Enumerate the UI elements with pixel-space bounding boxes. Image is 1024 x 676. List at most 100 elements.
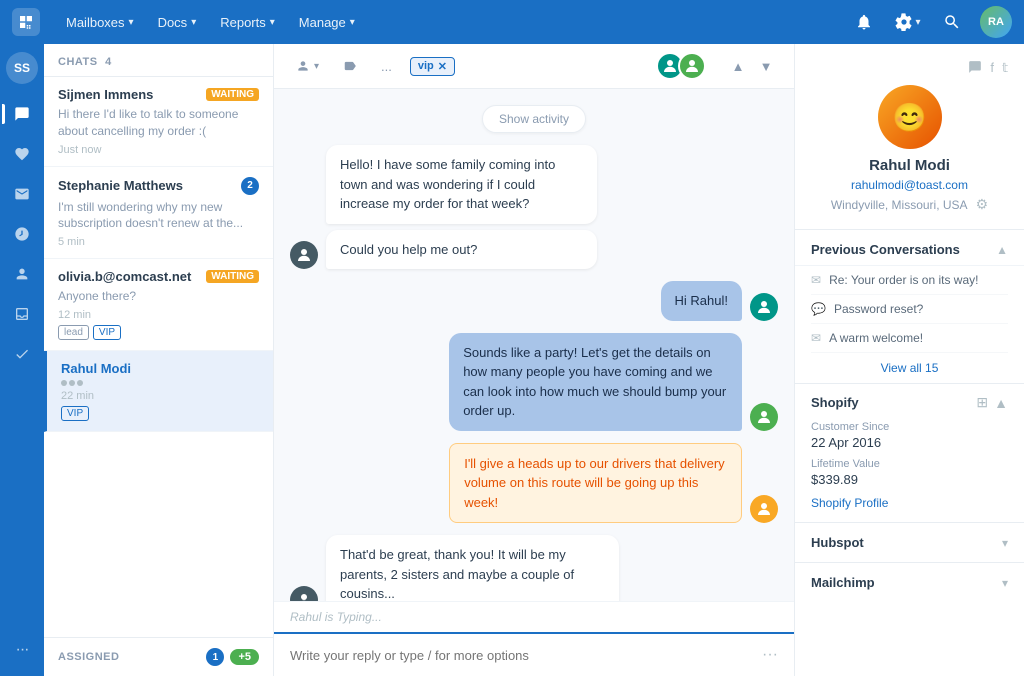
lifetime-value-value: $339.89 bbox=[811, 472, 1008, 487]
nav-manage[interactable]: Manage ▾ bbox=[289, 9, 365, 36]
chats-panel: CHATS 4 Sijmen Immens WAITING Hi there I… bbox=[44, 44, 274, 676]
chat-typing-dots bbox=[61, 380, 259, 386]
more-options-button[interactable]: ... bbox=[375, 55, 398, 78]
mail-icon: ✉ bbox=[811, 331, 821, 345]
reply-area: ··· bbox=[274, 632, 794, 676]
mailchimp-title: Mailchimp bbox=[811, 575, 875, 590]
message-bubble: Sounds like a party! Let's get the detai… bbox=[449, 333, 742, 431]
prev-conv-text: Re: Your order is on its way! bbox=[829, 273, 978, 287]
message-row: Hi Rahul! bbox=[290, 281, 778, 321]
shopify-title: Shopify bbox=[811, 395, 859, 410]
typing-indicator: Rahul is Typing... bbox=[274, 601, 794, 632]
shopify-header: Shopify ⊞ ▲ bbox=[795, 384, 1024, 421]
sidebar-item-check[interactable] bbox=[4, 336, 40, 372]
chevron-down-icon: ▾ bbox=[915, 17, 920, 28]
settings-button[interactable]: ▾ bbox=[892, 6, 924, 38]
chat-badge-count: 2 bbox=[241, 177, 259, 195]
profile-location: Windyville, Missouri, USA ⚙ bbox=[831, 196, 988, 213]
reply-input[interactable] bbox=[290, 648, 754, 663]
chat-item[interactable]: olivia.b@comcast.net WAITING Anyone ther… bbox=[44, 259, 273, 351]
prev-conv-item: 💬 Password reset? bbox=[811, 295, 1008, 324]
hubspot-section[interactable]: Hubspot ▾ bbox=[795, 522, 1024, 562]
settings-icon[interactable]: ⚙ bbox=[976, 196, 989, 213]
grid-icon[interactable]: ⊞ bbox=[976, 394, 988, 411]
sidebar-item-inbox[interactable] bbox=[4, 296, 40, 332]
nav-docs[interactable]: Docs ▾ bbox=[148, 9, 207, 36]
mailchimp-section[interactable]: Mailchimp ▾ bbox=[795, 562, 1024, 602]
conversation-nav: ▲ ▼ bbox=[726, 54, 778, 78]
sidebar-item-person[interactable] bbox=[4, 256, 40, 292]
nav-docs-label: Docs bbox=[158, 15, 188, 30]
show-activity-button[interactable]: Show activity bbox=[482, 105, 586, 133]
reply-more-button[interactable]: ··· bbox=[762, 646, 778, 664]
right-panel: f 𝕥 😊 Rahul Modi rahulmodi@toast.com Win… bbox=[794, 44, 1024, 676]
user-avatar[interactable]: RA bbox=[980, 6, 1012, 38]
assign-button[interactable]: ▾ bbox=[290, 55, 325, 77]
profile-name: Rahul Modi bbox=[869, 157, 950, 174]
notifications-button[interactable] bbox=[848, 6, 880, 38]
profile-header: f 𝕥 😊 Rahul Modi rahulmodi@toast.com Win… bbox=[795, 44, 1024, 230]
agent-avatar-2 bbox=[678, 52, 706, 80]
chat-tags: lead VIP bbox=[58, 325, 259, 340]
profile-email[interactable]: rahulmodi@toast.com bbox=[851, 178, 968, 192]
profile-avatar: 😊 bbox=[878, 85, 942, 149]
conversation-avatars bbox=[662, 52, 706, 80]
twitter-icon[interactable]: 𝕥 bbox=[1002, 60, 1008, 77]
hubspot-title: Hubspot bbox=[811, 535, 864, 550]
message-bubble: Hi Rahul! bbox=[661, 281, 742, 321]
chat-name: Rahul Modi bbox=[61, 361, 131, 376]
chat-time: 22 min bbox=[61, 390, 259, 402]
chat-preview: Hi there I'd like to talk to someone abo… bbox=[58, 106, 259, 140]
nav-mailboxes[interactable]: Mailboxes ▾ bbox=[56, 9, 144, 36]
chat-name: Sijmen Immens bbox=[58, 87, 153, 102]
sidebar-item-ss[interactable]: SS bbox=[6, 52, 38, 84]
chevron-down-icon: ▾ bbox=[191, 17, 196, 28]
chat-item[interactable]: Stephanie Matthews 2 I'm still wondering… bbox=[44, 167, 273, 260]
message-bubble: Hello! I have some family coming into to… bbox=[326, 145, 597, 224]
chat-time: 12 min bbox=[58, 309, 259, 321]
chat-item[interactable]: Sijmen Immens WAITING Hi there I'd like … bbox=[44, 77, 273, 167]
customer-avatar bbox=[290, 241, 318, 269]
nav-reports-label: Reports bbox=[220, 15, 266, 30]
facebook-icon[interactable]: f bbox=[990, 60, 994, 77]
tag-button[interactable] bbox=[337, 55, 363, 77]
assigned-title: ASSIGNED bbox=[58, 651, 119, 663]
view-all-link[interactable]: View all 15 bbox=[811, 353, 1008, 383]
hubspot-collapse-icon: ▾ bbox=[1002, 536, 1008, 550]
sidebar-item-chat[interactable] bbox=[4, 96, 40, 132]
collapse-button[interactable]: ▲ bbox=[996, 243, 1008, 257]
sidebar-item-mail[interactable] bbox=[4, 176, 40, 212]
chat-icon: 💬 bbox=[811, 302, 826, 316]
prev-conv-text: A warm welcome! bbox=[829, 331, 923, 345]
app-logo[interactable] bbox=[12, 8, 40, 36]
search-button[interactable] bbox=[936, 6, 968, 38]
chat-area: ▾ ... vip ✕ ▲ ▼ bbox=[274, 44, 794, 676]
shopify-actions: ⊞ ▲ bbox=[976, 394, 1008, 411]
mail-icon: ✉ bbox=[811, 273, 821, 287]
nav-down-button[interactable]: ▼ bbox=[754, 54, 778, 78]
customer-since-field: Customer Since 22 Apr 2016 bbox=[811, 421, 1008, 450]
chat-icon[interactable] bbox=[968, 60, 982, 77]
nav-up-button[interactable]: ▲ bbox=[726, 54, 750, 78]
top-navigation: Mailboxes ▾ Docs ▾ Reports ▾ Manage ▾ ▾ bbox=[0, 0, 1024, 44]
sidebar-item-more[interactable]: ··· bbox=[4, 632, 40, 668]
chat-tags: VIP bbox=[61, 406, 259, 421]
customer-since-value: 22 Apr 2016 bbox=[811, 435, 1008, 450]
sidebar-item-clock[interactable] bbox=[4, 216, 40, 252]
vip-tag-toolbar[interactable]: vip ✕ bbox=[410, 57, 455, 76]
shopify-profile-link[interactable]: Shopify Profile bbox=[811, 496, 888, 510]
nav-items: Mailboxes ▾ Docs ▾ Reports ▾ Manage ▾ bbox=[56, 9, 848, 36]
chat-badge-waiting: WAITING bbox=[206, 270, 259, 283]
messages-container: Show activity Hello! I have some family … bbox=[274, 89, 794, 601]
sidebar-item-heart[interactable] bbox=[4, 136, 40, 172]
location-text: Windyville, Missouri, USA bbox=[831, 198, 968, 212]
mailchimp-collapse-icon: ▾ bbox=[1002, 576, 1008, 590]
message-bubble: That'd be great, thank you! It will be m… bbox=[326, 535, 619, 601]
message-row-alert: I'll give a heads up to our drivers that… bbox=[290, 443, 778, 524]
nav-reports[interactable]: Reports ▾ bbox=[210, 9, 285, 36]
collapse-icon[interactable]: ▲ bbox=[994, 395, 1008, 411]
chats-header: CHATS 4 bbox=[44, 44, 273, 77]
chevron-down-icon: ▾ bbox=[129, 17, 134, 28]
chat-item-active[interactable]: Rahul Modi 22 min VIP bbox=[44, 351, 273, 432]
chat-name: Stephanie Matthews bbox=[58, 178, 183, 193]
